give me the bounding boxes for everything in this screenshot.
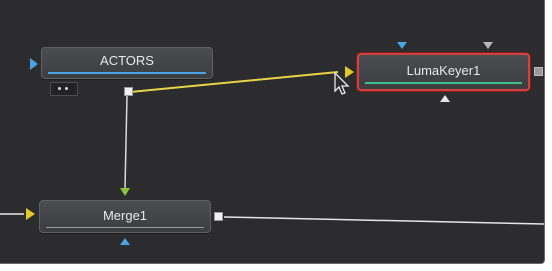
mouse-cursor-icon <box>334 72 350 95</box>
node-actors[interactable]: ACTORS <box>41 47 213 79</box>
actors-output-port-icon[interactable] <box>124 87 133 96</box>
node-lumakeyer[interactable]: LumaKeyer1 <box>357 53 530 91</box>
lumakeyer-effect-mask-icon[interactable] <box>440 95 450 102</box>
lumakeyer-color-bar <box>365 82 522 84</box>
node-merge[interactable]: Merge1 <box>39 200 211 233</box>
actors-input-triangle-icon[interactable] <box>30 58 38 70</box>
actors-color-bar <box>48 72 206 74</box>
option-dot <box>65 87 68 90</box>
node-lumakeyer-label: LumaKeyer1 <box>406 63 481 78</box>
merge-foreground-arrow-icon <box>120 188 130 196</box>
merge-background-input-icon[interactable] <box>26 208 35 220</box>
node-actors-label: ACTORS <box>100 53 154 68</box>
node-editor-canvas[interactable]: ACTORS LumaKeyer1 Merge1 <box>0 0 552 271</box>
node-options-icon[interactable] <box>50 82 78 96</box>
option-dot <box>58 87 61 90</box>
lumakeyer-garbage-input-icon[interactable] <box>483 42 493 49</box>
link-merge-output[interactable] <box>223 216 545 225</box>
lumakeyer-output-port-icon[interactable] <box>534 67 543 76</box>
lumakeyer-mask-input-icon[interactable] <box>397 42 407 49</box>
merge-color-bar <box>46 227 204 228</box>
merge-effect-mask-icon[interactable] <box>120 238 130 245</box>
link-actors-to-merge[interactable] <box>124 95 128 189</box>
node-merge-label: Merge1 <box>102 208 148 223</box>
merge-output-port-icon[interactable] <box>214 212 223 221</box>
